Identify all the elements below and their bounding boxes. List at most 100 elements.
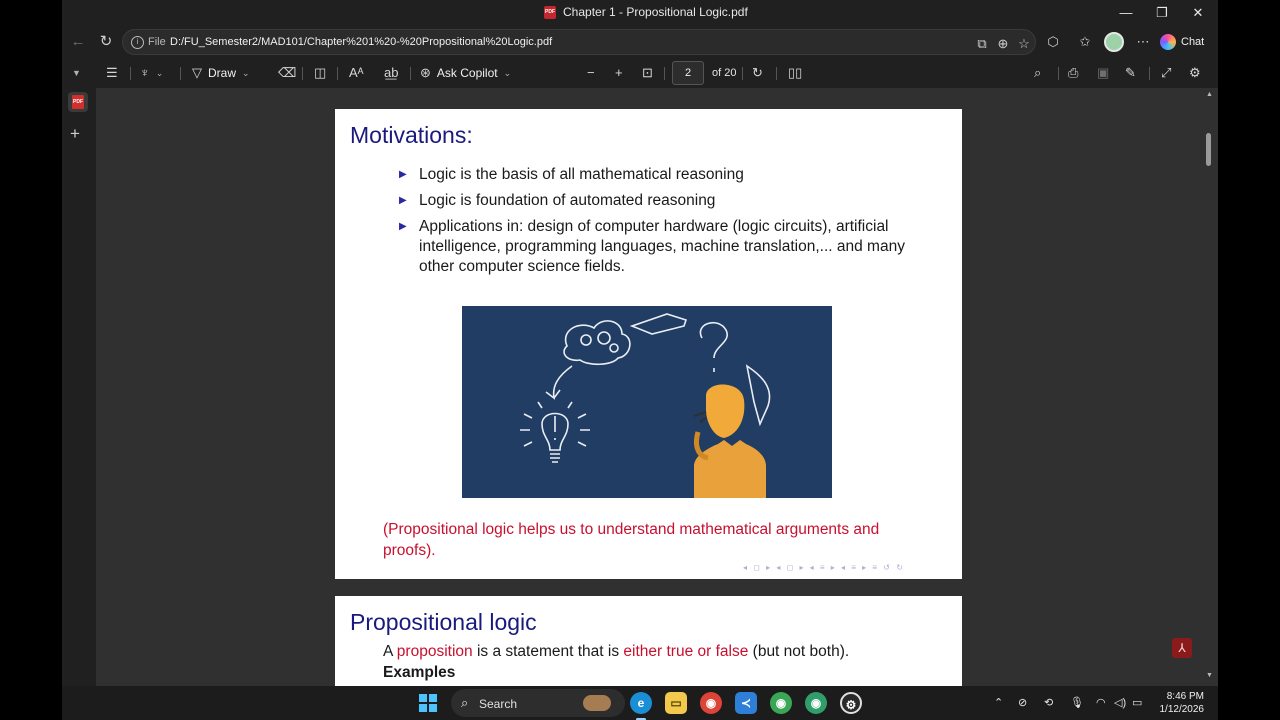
text-fragment: is a statement that is [476, 643, 620, 660]
contents-icon[interactable]: ☰ [106, 64, 118, 82]
zoom-out-icon[interactable]: − [587, 64, 595, 82]
more-menu-icon[interactable]: ⋯ [1134, 34, 1152, 50]
search-icon[interactable]: ⌕ [1034, 64, 1041, 82]
microphone-icon[interactable]: 🎙 [1070, 696, 1084, 709]
save-as-icon[interactable]: ✎ [1125, 64, 1136, 82]
page-number-input[interactable]: 2 [672, 61, 704, 85]
url-text[interactable]: D:/FU_Semester2/MAD101/Chapter%201%20-%2… [170, 36, 552, 48]
wifi-icon[interactable]: ◠ [1096, 696, 1106, 709]
bullet-text: Logic is the basis of all mathematical r… [419, 166, 744, 183]
taskbar-search[interactable]: ⌕ Search [451, 689, 625, 717]
slide-title: Propositional logic [350, 609, 537, 635]
divider [1058, 67, 1059, 80]
clock-time: 8:46 PM [1166, 691, 1204, 702]
divider [180, 67, 181, 80]
collapse-chevron-icon[interactable]: ▼ [72, 64, 81, 82]
bullet-arrow-icon: ▶ [399, 195, 407, 206]
chat-button-label: Chat [1181, 36, 1205, 48]
copilot-small-icon: ⊛ [420, 65, 431, 80]
chevron-down-icon: ⌄ [503, 68, 512, 78]
info-icon[interactable]: i [131, 36, 144, 49]
chrome-profile-icon[interactable]: ◉ [770, 692, 792, 714]
bullet-arrow-icon: ▶ [399, 169, 407, 180]
bullet-arrow-icon: ▶ [399, 221, 407, 232]
scroll-thumb[interactable] [1206, 133, 1211, 166]
two-page-view-icon[interactable]: ▯▯ [788, 64, 802, 82]
scroll-down-icon[interactable]: ▼ [1206, 672, 1213, 679]
windows-start-icon[interactable] [419, 694, 437, 712]
divider [776, 67, 777, 80]
thinking-person-illustration [462, 306, 832, 498]
edge-icon[interactable]: e [630, 692, 652, 720]
chrome-icon[interactable]: ◉ [700, 692, 722, 714]
divider [130, 67, 131, 80]
refresh-icon[interactable]: ↻ [95, 32, 117, 52]
title-bar: PDF Chapter 1 - Propositional Logic.pdf … [62, 0, 1218, 26]
sync-icon[interactable]: ⟲ [1044, 696, 1053, 709]
acrobat-icon[interactable]: ⅄ [1172, 638, 1192, 658]
clock[interactable]: 8:46 PM 1/12/2026 [1154, 690, 1205, 716]
bullet-item: ▶ Logic is the basis of all mathematical … [399, 165, 919, 185]
url-scheme-label: File [148, 36, 166, 48]
ask-copilot-label: Ask Copilot [436, 66, 498, 80]
rotate-icon[interactable]: ↻ [752, 64, 763, 82]
pdf-tab-icon[interactable]: PDF [68, 92, 88, 112]
battery-icon[interactable]: ▭ [1132, 696, 1142, 709]
settings-gear-icon[interactable]: ⚙ [1189, 64, 1201, 82]
text-fragment: (but not both). [752, 643, 850, 660]
read-aloud-icon[interactable]: Aᴬ [349, 64, 364, 82]
divider [742, 67, 743, 80]
chrome-profile-2-icon[interactable]: ◉ [805, 692, 827, 714]
term-proposition: proposition [396, 643, 473, 660]
draw-pen-icon: ▽ [192, 65, 202, 80]
favorite-star-icon[interactable]: ☆ [1015, 36, 1033, 52]
draw-button[interactable]: ▽ Draw ⌄ [192, 64, 250, 82]
app-settings-icon[interactable]: ⚙ [840, 692, 862, 714]
screen: PDF Chapter 1 - Propositional Logic.pdf … [0, 0, 1280, 720]
pdf-toolbar: ▼ ☰ ♆ ⌄ ▽ Draw ⌄ ⌫ ◫ Aᴬ a͟b ⊛ Ask Copilot… [62, 60, 1218, 86]
eraser-icon[interactable]: ⌫ [278, 64, 296, 82]
address-bar[interactable]: i File D:/FU_Semester2/MAD101/Chapter%20… [122, 29, 1036, 55]
extensions-icon[interactable]: ⬡ [1044, 34, 1062, 50]
vscode-icon[interactable]: ≺ [735, 692, 757, 714]
bluetooth-off-icon[interactable]: ⊘ [1018, 696, 1027, 709]
chat-button[interactable]: Chat [1160, 31, 1212, 53]
back-icon[interactable]: ← [67, 32, 89, 52]
minimize-button[interactable]: — [1108, 0, 1144, 26]
divider [337, 67, 338, 80]
fullscreen-icon[interactable]: ⤢ [1161, 64, 1171, 82]
search-label: Search [479, 697, 518, 711]
window-title: Chapter 1 - Propositional Logic.pdf [563, 5, 748, 19]
favorites-icon[interactable]: ✩ [1076, 34, 1094, 50]
proposition-definition: A proposition is a statement that is eit… [383, 643, 849, 661]
highlighter-icon: ♆ [140, 65, 150, 80]
fit-page-icon[interactable]: ⊡ [642, 64, 653, 82]
vertical-scrollbar[interactable]: ▲ ▼ [1201, 88, 1217, 686]
beamer-nav-icons[interactable]: ◂ ◻ ▸ ◂ ◻ ▸ ◂ ≡ ▸ ◂ ≡ ▸ ≡ ↺ ↻ [743, 563, 905, 572]
file-explorer-icon[interactable]: ▭ [665, 692, 687, 714]
pdf-viewer[interactable]: Motivations: ▶ Logic is the basis of all … [96, 88, 1218, 686]
divider [1149, 67, 1150, 80]
bullet-text: Logic is foundation of automated reasoni… [419, 192, 716, 209]
copilot-icon [1160, 34, 1176, 50]
zoom-icon[interactable]: ⊕ [994, 36, 1012, 52]
ask-copilot-button[interactable]: ⊛ Ask Copilot ⌄ [420, 64, 511, 82]
pdf-page: Motivations: ▶ Logic is the basis of all … [335, 109, 962, 579]
translate-icon[interactable]: ⧉ [973, 36, 991, 52]
profile-avatar[interactable] [1104, 32, 1124, 52]
volume-icon[interactable]: ◁) [1114, 696, 1126, 709]
save-icon[interactable]: ▣ [1097, 64, 1109, 82]
chevron-down-icon: ⌄ [242, 68, 250, 78]
restore-button[interactable]: ❐ [1144, 0, 1180, 26]
pdf-file-icon: PDF [544, 5, 556, 19]
page-view-icon[interactable]: ◫ [314, 64, 326, 82]
clock-date: 1/12/2026 [1159, 704, 1205, 715]
zoom-in-icon[interactable]: + [615, 64, 623, 82]
close-button[interactable]: ✕ [1180, 0, 1216, 26]
translate-text-icon[interactable]: a͟b [384, 64, 398, 82]
scroll-up-icon[interactable]: ▲ [1206, 91, 1213, 98]
add-tab-icon[interactable]: + [70, 124, 80, 144]
highlight-button[interactable]: ♆ ⌄ [140, 64, 163, 82]
tray-overflow-icon[interactable]: ⌃ [994, 696, 1003, 709]
print-icon[interactable]: ⎙ [1068, 64, 1078, 82]
